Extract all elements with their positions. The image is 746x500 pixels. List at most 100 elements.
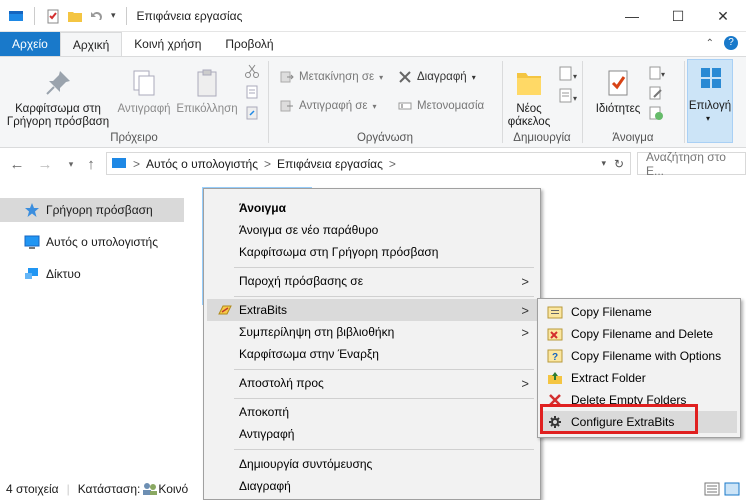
group-label-new: Δημιουργία [513,132,571,144]
paste-icon [197,69,217,97]
submenu-item-copy-filename[interactable]: Copy Filename [541,301,737,323]
nav-item-label: Αυτός ο υπολογιστής [46,235,158,249]
properties-icon[interactable] [45,8,61,24]
undo-icon[interactable] [89,8,105,24]
breadcrumb-desktop[interactable]: Επιφάνεια εργασίας [277,157,383,171]
pin-quick-access-button[interactable]: Καρφίτσωμα στη Γρήγορη πρόσβαση [4,67,112,129]
nav-item-network[interactable]: Δίκτυο [0,262,184,286]
refresh-icon[interactable]: ↻ [614,157,624,171]
menu-item-label: Αποκοπή [239,405,290,419]
new-item-icon[interactable]: ▾ [558,65,578,83]
copy-path-icon[interactable] [244,84,260,100]
up-arrow-icon[interactable]: ↑ [82,155,100,173]
search-input[interactable]: Αναζήτηση στο Ε... [637,150,746,178]
qat-separator [125,6,127,25]
help-icon[interactable]: ? [724,36,738,50]
submenu-item-copy-filename-options[interactable]: ? Copy Filename with Options [541,345,737,367]
menu-item-extrabits[interactable]: ExtraBits > [207,299,537,321]
submenu-item-copy-filename-delete[interactable]: Copy Filename and Delete [541,323,737,345]
copy-options-icon: ? [547,349,563,363]
tab-view[interactable]: Προβολή [213,32,285,56]
submenu-item-extract-folder[interactable]: Extract Folder [541,367,737,389]
computer-icon [24,235,40,249]
breadcrumb-this-pc[interactable]: Αυτός ο υπολογιστής [146,157,258,171]
title-bar: ▾ Επιφάνεια εργασίας — ☐ ✕ [0,0,746,32]
address-bar[interactable]: > Αυτός ο υπολογιστής > Επιφάνεια εργασί… [106,152,631,175]
menu-item-copy[interactable]: Αντιγραφή [207,423,537,445]
tab-home[interactable]: Αρχική [59,32,123,56]
properties-button[interactable]: Ιδιότητες [590,67,646,116]
menu-item-pin-start[interactable]: Καρφίτσωμα στην Έναρξη [207,343,537,365]
paste-button[interactable]: Επικόλληση [176,67,238,116]
nav-item-label: Γρήγορη πρόσβαση [46,203,153,217]
close-button[interactable]: ✕ [700,0,746,32]
dropdown-arrow-icon: ▾ [471,72,476,82]
menu-item-label: Άνοιγμα σε νέο παράθυρο [239,223,379,237]
menu-item-open[interactable]: Άνοιγμα [207,197,537,219]
navigation-pane: Γρήγορη πρόσβαση Αυτός ο υπολογιστής Δίκ… [0,185,186,475]
svg-text:▾: ▾ [573,72,577,81]
submenu-item-label: Extract Folder [571,371,646,385]
submenu-item-label: Copy Filename with Options [571,349,722,363]
quick-access-toolbar: ▾ [0,0,131,32]
menu-item-include-library[interactable]: Συμπερίληψη στη βιβλιοθήκη > [207,321,537,343]
menu-item-send-to[interactable]: Αποστολή προς > [207,372,537,394]
nav-item-this-pc[interactable]: Αυτός ο υπολογιστής [0,230,184,254]
recent-dropdown-icon[interactable]: ▾ [62,155,80,173]
copy-to-button[interactable]: Αντιγραφή σε ▾ [280,99,377,113]
tab-share[interactable]: Κοινή χρήση [122,32,213,56]
window-icon [9,10,23,21]
menu-item-open-new-window[interactable]: Άνοιγμα σε νέο παράθυρο [207,219,537,241]
dropdown-arrow-icon: ▾ [372,101,377,111]
paste-label: Επικόλληση [176,103,238,115]
easy-access-icon[interactable]: ▾ [558,87,578,105]
edit-icon[interactable] [648,85,664,101]
ribbon: Καρφίτσωμα στη Γρήγορη πρόσβαση Αντιγραφ… [0,56,746,148]
qat-separator [34,6,35,25]
rename-button[interactable]: Μετονομασία [398,99,484,113]
menu-item-delete[interactable]: Διαγραφή [207,475,537,497]
group-separator [268,61,269,143]
submenu-arrow-icon: > [521,375,529,391]
menu-item-label: Αντιγραφή [239,427,295,441]
menu-item-pin-quick-access[interactable]: Καρφίτσωμα στη Γρήγορη πρόσβαση [207,241,537,263]
group-label-clipboard: Πρόχειρο [110,132,158,144]
qat-dropdown-icon[interactable]: ▾ [111,10,116,21]
menu-item-give-access[interactable]: Παροχή πρόσβασης σε > [207,270,537,292]
new-folder-icon[interactable] [67,8,83,24]
large-icons-view-icon[interactable] [724,482,740,496]
delete-label: Διαγραφή [417,71,467,83]
back-arrow-icon[interactable]: ← [8,155,26,173]
menu-item-label: Διαγραφή [239,479,291,493]
select-grid-icon [701,68,721,88]
forward-arrow-icon[interactable]: → [36,155,54,173]
group-separator [502,61,503,143]
history-icon[interactable] [648,105,664,121]
menu-item-create-shortcut[interactable]: Δημιουργία συντόμευσης [207,453,537,475]
select-label: Επιλογή [688,100,732,112]
copy-delete-icon [547,328,563,341]
folder-icon [517,73,541,95]
delete-button[interactable]: Διαγραφή ▾ [398,70,476,84]
details-view-icon[interactable] [704,482,720,496]
move-to-button[interactable]: Μετακίνηση σε ▾ [280,70,383,84]
copy-button[interactable]: Αντιγραφή [113,67,175,116]
rename-icon [398,102,412,110]
nav-item-quick-access[interactable]: Γρήγορη πρόσβαση [0,198,184,222]
cut-icon[interactable] [244,63,260,79]
paste-shortcut-icon[interactable] [244,105,260,121]
group-label-organize: Οργάνωση [356,132,414,144]
collapse-ribbon-icon[interactable]: ⌃ [706,38,714,49]
maximize-button[interactable]: ☐ [655,0,701,32]
highlight-box [540,404,698,434]
tab-file[interactable]: Αρχείο [0,32,60,56]
select-button[interactable]: Επιλογή ▾ [687,59,733,143]
menu-item-cut[interactable]: Αποκοπή [207,401,537,423]
new-folder-button[interactable]: Νέος φάκελος [504,67,554,129]
open-icon[interactable]: ▾ [648,65,666,81]
menu-separator [234,449,534,450]
address-dropdown-icon[interactable]: ▾ [601,158,606,169]
extract-folder-icon [548,372,562,384]
svg-text:▾: ▾ [661,70,665,79]
minimize-button[interactable]: — [609,0,655,32]
